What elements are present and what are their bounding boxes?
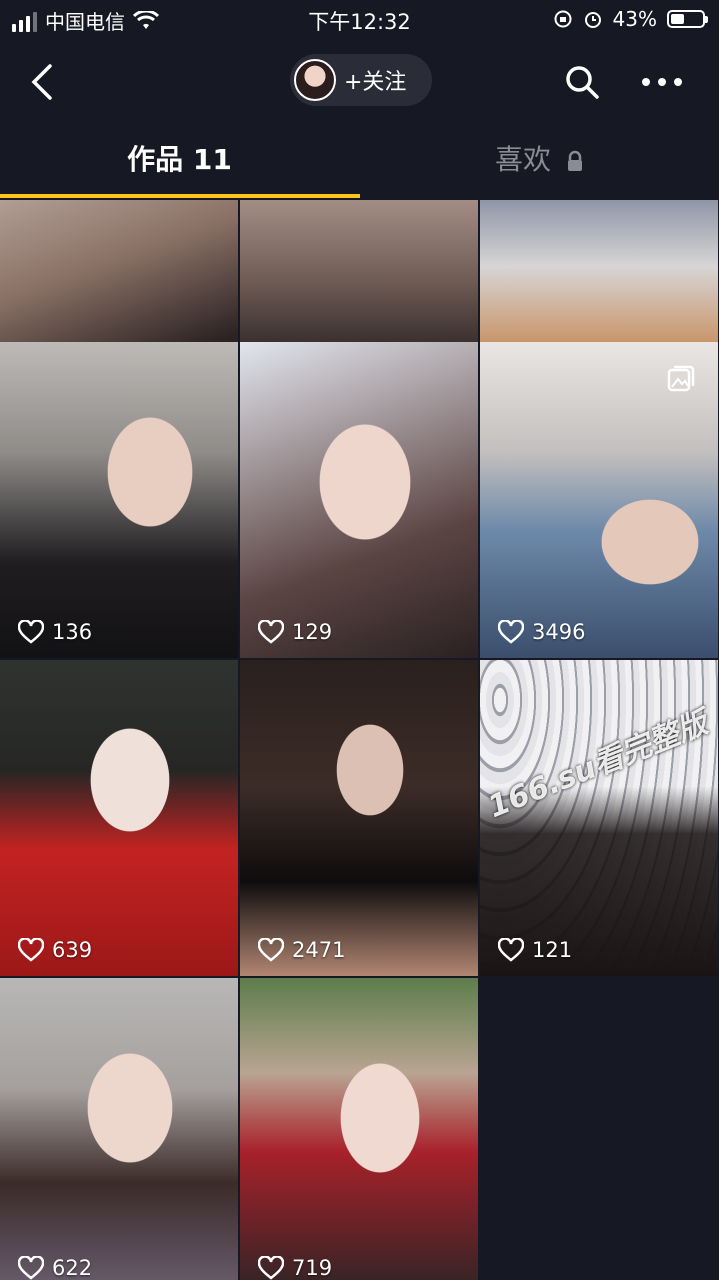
battery-icon <box>667 10 708 28</box>
video-thumbnail[interactable]: 639 <box>0 660 238 976</box>
active-tab-indicator <box>0 194 360 198</box>
search-icon[interactable] <box>562 62 602 102</box>
follow-label: +关注 <box>344 70 407 95</box>
like-count: 121 <box>532 938 573 962</box>
top-nav: +关注 <box>0 48 719 114</box>
image-gallery-icon <box>667 365 695 392</box>
video-thumbnail[interactable]: 2471 <box>240 660 478 976</box>
profile-tabs: 作品 11 喜欢 <box>0 130 719 200</box>
like-count: 639 <box>52 938 93 962</box>
video-thumbnail[interactable]: 719 <box>240 978 478 1280</box>
avatar[interactable] <box>294 59 336 101</box>
follow-button[interactable]: +关注 <box>290 54 432 106</box>
heart-icon <box>258 1256 284 1280</box>
heart-icon <box>258 938 284 962</box>
like-count: 719 <box>292 1256 333 1280</box>
video-thumbnail[interactable]: 622 <box>0 978 238 1280</box>
tab-works[interactable]: 作品 11 <box>0 138 359 178</box>
like-count: 622 <box>52 1256 93 1280</box>
tab-works-label: 作品 11 <box>127 143 232 176</box>
heart-icon <box>18 620 44 644</box>
orientation-lock-icon <box>554 10 572 28</box>
heart-icon <box>18 938 44 962</box>
status-bar: 中国电信 下午12:32 43% <box>0 0 719 40</box>
lock-icon <box>567 150 582 171</box>
heart-icon <box>498 938 524 962</box>
like-count: 3496 <box>532 620 586 644</box>
back-icon[interactable] <box>24 62 64 102</box>
tab-likes-label: 喜欢 <box>495 143 552 176</box>
video-thumbnail[interactable]: 166.su看完整版 121 <box>480 660 718 976</box>
like-count: 136 <box>52 620 93 644</box>
like-count: 129 <box>292 620 333 644</box>
alarm-icon <box>584 12 601 28</box>
tab-likes[interactable]: 喜欢 <box>360 138 719 178</box>
video-thumbnail[interactable]: 136 <box>0 342 238 658</box>
heart-icon <box>258 620 284 644</box>
video-thumbnail[interactable]: 3496 <box>480 342 718 658</box>
more-icon[interactable] <box>640 68 684 96</box>
video-grid: 29 49 91 136 129 3496 639 2471 166.s <box>0 200 719 1280</box>
heart-icon <box>498 620 524 644</box>
heart-icon <box>18 1256 44 1280</box>
video-thumbnail[interactable]: 129 <box>240 342 478 658</box>
battery-percent: 43% <box>612 7 657 31</box>
like-count: 2471 <box>292 938 346 962</box>
